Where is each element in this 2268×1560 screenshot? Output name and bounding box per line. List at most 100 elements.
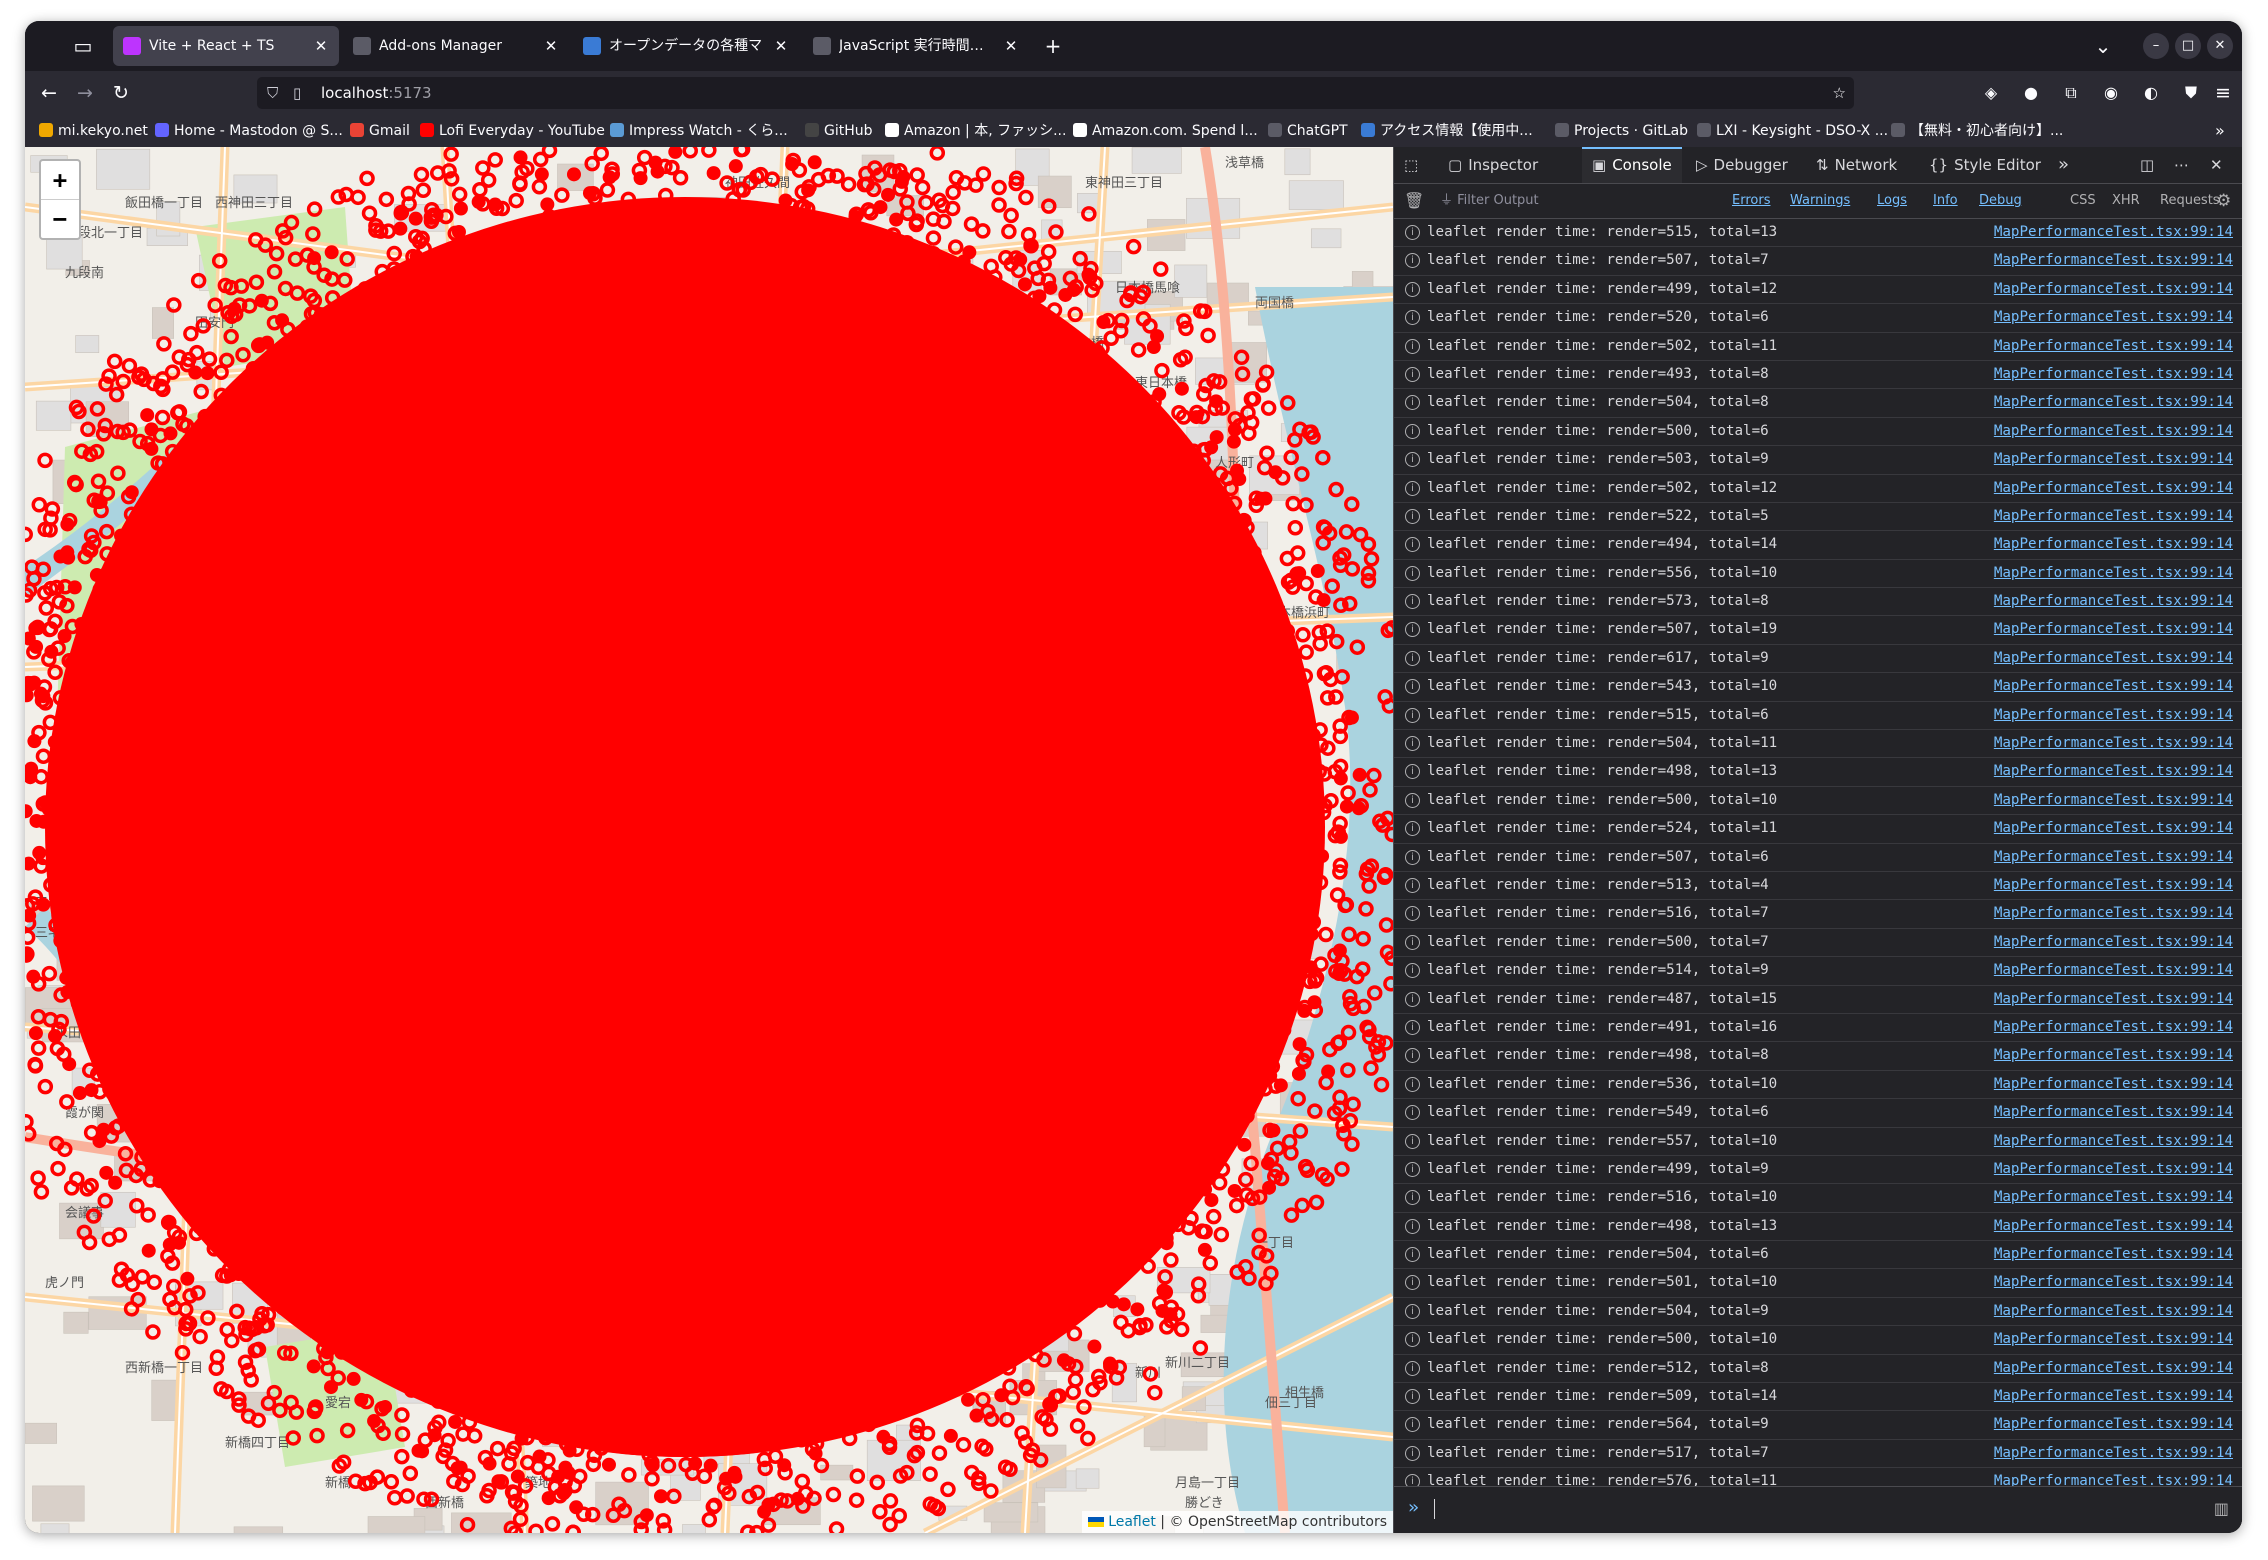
filter-xhr[interactable]: XHR (2112, 184, 2140, 218)
url-text[interactable]: localhost:5173 (321, 77, 432, 109)
maximize-button[interactable]: □ (2175, 33, 2201, 59)
source-link[interactable]: MapPerformanceTest.tsx:99:14 (1994, 1099, 2233, 1126)
bookmark-item[interactable]: GitHub (805, 115, 873, 147)
source-link[interactable]: MapPerformanceTest.tsx:99:14 (1994, 1411, 2233, 1438)
source-link[interactable]: MapPerformanceTest.tsx:99:14 (1994, 872, 2233, 899)
source-link[interactable]: MapPerformanceTest.tsx:99:14 (1994, 1326, 2233, 1353)
browser-tab[interactable]: JavaScript 実行時間計測 ✕ (803, 26, 1029, 66)
translate-icon[interactable]: ◐ (2135, 77, 2167, 109)
filter-css[interactable]: CSS (2070, 184, 2096, 218)
source-link[interactable]: MapPerformanceTest.tsx:99:14 (1994, 247, 2233, 274)
source-link[interactable]: MapPerformanceTest.tsx:99:14 (1994, 900, 2233, 927)
bookmark-item[interactable]: Amazon.com. Spend l... (1073, 115, 1258, 147)
minimize-button[interactable]: – (2143, 33, 2169, 59)
filter-errors[interactable]: Errors (1732, 184, 1770, 218)
devtools-menu-icon[interactable]: ⋯ (2174, 147, 2189, 183)
leaflet-link[interactable]: Leaflet (1108, 1514, 1156, 1530)
source-link[interactable]: MapPerformanceTest.tsx:99:14 (1994, 616, 2233, 643)
element-picker-icon[interactable]: ⬚ (1404, 147, 1424, 183)
source-link[interactable]: MapPerformanceTest.tsx:99:14 (1994, 389, 2233, 416)
source-link[interactable]: MapPerformanceTest.tsx:99:14 (1994, 1355, 2233, 1382)
tab-network[interactable]: ⇅ Network (1816, 147, 1897, 183)
bookmark-item[interactable]: mi.kekyo.net (39, 115, 148, 147)
source-link[interactable]: MapPerformanceTest.tsx:99:14 (1994, 588, 2233, 615)
close-devtools-icon[interactable]: ✕ (2210, 147, 2223, 183)
more-tools-icon[interactable]: » (2058, 147, 2069, 183)
source-link[interactable]: MapPerformanceTest.tsx:99:14 (1994, 815, 2233, 842)
source-link[interactable]: MapPerformanceTest.tsx:99:14 (1994, 1156, 2233, 1183)
tab-overview-icon[interactable]: ▭ (65, 21, 101, 71)
bookmark-item[interactable]: LXI - Keysight - DSO-X ... (1697, 115, 1888, 147)
bookmark-item[interactable]: Lofi Everyday - YouTube (420, 115, 605, 147)
shield-icon[interactable]: ⛉ (267, 77, 278, 109)
filter-info[interactable]: Info (1933, 184, 1958, 218)
source-link[interactable]: MapPerformanceTest.tsx:99:14 (1994, 560, 2233, 587)
source-link[interactable]: MapPerformanceTest.tsx:99:14 (1994, 844, 2233, 871)
filter-warnings[interactable]: Warnings (1790, 184, 1850, 218)
tab-debugger[interactable]: ▷ Debugger (1696, 147, 1788, 183)
filter-debug[interactable]: Debug (1979, 184, 2022, 218)
source-link[interactable]: MapPerformanceTest.tsx:99:14 (1994, 219, 2233, 246)
source-link[interactable]: MapPerformanceTest.tsx:99:14 (1994, 1440, 2233, 1467)
close-window-button[interactable]: ✕ (2207, 33, 2233, 59)
reload-button[interactable]: ↻ (105, 77, 137, 109)
bookmark-star-icon[interactable]: ☆ (1833, 77, 1846, 109)
bookmark-item[interactable]: Amazon | 本, ファッシ... (885, 115, 1066, 147)
address-bar[interactable]: ⛉ ▯ localhost:5173 ☆ (257, 77, 1854, 109)
page-icon[interactable]: ▯ (293, 77, 301, 109)
browser-tab[interactable]: Vite + React + TS ✕ (113, 26, 339, 66)
source-link[interactable]: MapPerformanceTest.tsx:99:14 (1994, 531, 2233, 558)
source-link[interactable]: MapPerformanceTest.tsx:99:14 (1994, 702, 2233, 729)
close-tab-icon[interactable]: ✕ (1001, 26, 1021, 66)
source-link[interactable]: MapPerformanceTest.tsx:99:14 (1994, 304, 2233, 331)
source-link[interactable]: MapPerformanceTest.tsx:99:14 (1994, 1014, 2233, 1041)
source-link[interactable]: MapPerformanceTest.tsx:99:14 (1994, 418, 2233, 445)
bookmark-item[interactable]: アクセス情報【使用中... (1361, 115, 1533, 147)
console-settings-icon[interactable]: ⚙ (2216, 184, 2231, 218)
source-link[interactable]: MapPerformanceTest.tsx:99:14 (1994, 361, 2233, 388)
leaflet-map[interactable]: 飯田橋一丁目 西神田三丁目 神田佐久間 東神田三丁目 浅草橋 九段北一丁目 九段南 田安門 日本… (25, 147, 1393, 1533)
bookmark-item[interactable]: Home - Mastodon @ S... (155, 115, 343, 147)
source-link[interactable]: MapPerformanceTest.tsx:99:14 (1994, 475, 2233, 502)
source-link[interactable]: MapPerformanceTest.tsx:99:14 (1994, 929, 2233, 956)
source-link[interactable]: MapPerformanceTest.tsx:99:14 (1994, 446, 2233, 473)
bookmark-item[interactable]: Projects · GitLab (1555, 115, 1688, 147)
forward-button[interactable]: → (69, 77, 101, 109)
source-link[interactable]: MapPerformanceTest.tsx:99:14 (1994, 673, 2233, 700)
source-link[interactable]: MapPerformanceTest.tsx:99:14 (1994, 1128, 2233, 1155)
source-link[interactable]: MapPerformanceTest.tsx:99:14 (1994, 1042, 2233, 1069)
source-link[interactable]: MapPerformanceTest.tsx:99:14 (1994, 1298, 2233, 1325)
source-link[interactable]: MapPerformanceTest.tsx:99:14 (1994, 957, 2233, 984)
filter-logs[interactable]: Logs (1877, 184, 1907, 218)
source-link[interactable]: MapPerformanceTest.tsx:99:14 (1994, 1213, 2233, 1240)
trash-icon[interactable]: 🗑︎ (1404, 184, 1424, 218)
puzzle-icon[interactable]: ⧉ (2055, 77, 2087, 109)
zoom-out-button[interactable]: − (41, 199, 79, 238)
menu-icon[interactable]: ≡ (2207, 77, 2239, 109)
editor-mode-icon[interactable]: ▥ (2214, 1499, 2229, 1518)
source-link[interactable]: MapPerformanceTest.tsx:99:14 (1994, 787, 2233, 814)
close-tab-icon[interactable]: ✕ (541, 26, 561, 66)
source-link[interactable]: MapPerformanceTest.tsx:99:14 (1994, 645, 2233, 672)
list-all-tabs-icon[interactable]: ⌄ (2085, 21, 2121, 71)
browser-tab[interactable]: オープンデータの各種マ ✕ (573, 26, 799, 66)
bookmark-item[interactable]: 【無料・初心者向け】... (1891, 115, 2063, 147)
console-input[interactable]: » ▥ (1394, 1486, 2242, 1533)
source-link[interactable]: MapPerformanceTest.tsx:99:14 (1994, 730, 2233, 757)
source-link[interactable]: MapPerformanceTest.tsx:99:14 (1994, 758, 2233, 785)
source-link[interactable]: MapPerformanceTest.tsx:99:14 (1994, 333, 2233, 360)
source-link[interactable]: MapPerformanceTest.tsx:99:14 (1994, 986, 2233, 1013)
close-tab-icon[interactable]: ✕ (771, 26, 791, 66)
source-link[interactable]: MapPerformanceTest.tsx:99:14 (1994, 1269, 2233, 1296)
bookmark-item[interactable]: Gmail (350, 115, 410, 147)
source-link[interactable]: MapPerformanceTest.tsx:99:14 (1994, 1184, 2233, 1211)
new-tab-button[interactable]: + (1035, 21, 1071, 71)
zoom-in-button[interactable]: + (41, 161, 79, 199)
browser-tab[interactable]: Add-ons Manager ✕ (343, 26, 569, 66)
filter-output-input[interactable]: ⏚ Filter Output (1440, 184, 1539, 218)
extension-icon[interactable]: ● (2015, 77, 2047, 109)
map-tiles-and-markers[interactable]: 飯田橋一丁目 西神田三丁目神田佐久間 東神田三丁目浅草橋九段北一丁目九段南田安門日本… (25, 147, 1393, 1533)
source-link[interactable]: MapPerformanceTest.tsx:99:14 (1994, 1383, 2233, 1410)
tab-inspector[interactable]: ▢ Inspector (1448, 147, 1538, 183)
source-link[interactable]: MapPerformanceTest.tsx:99:14 (1994, 276, 2233, 303)
